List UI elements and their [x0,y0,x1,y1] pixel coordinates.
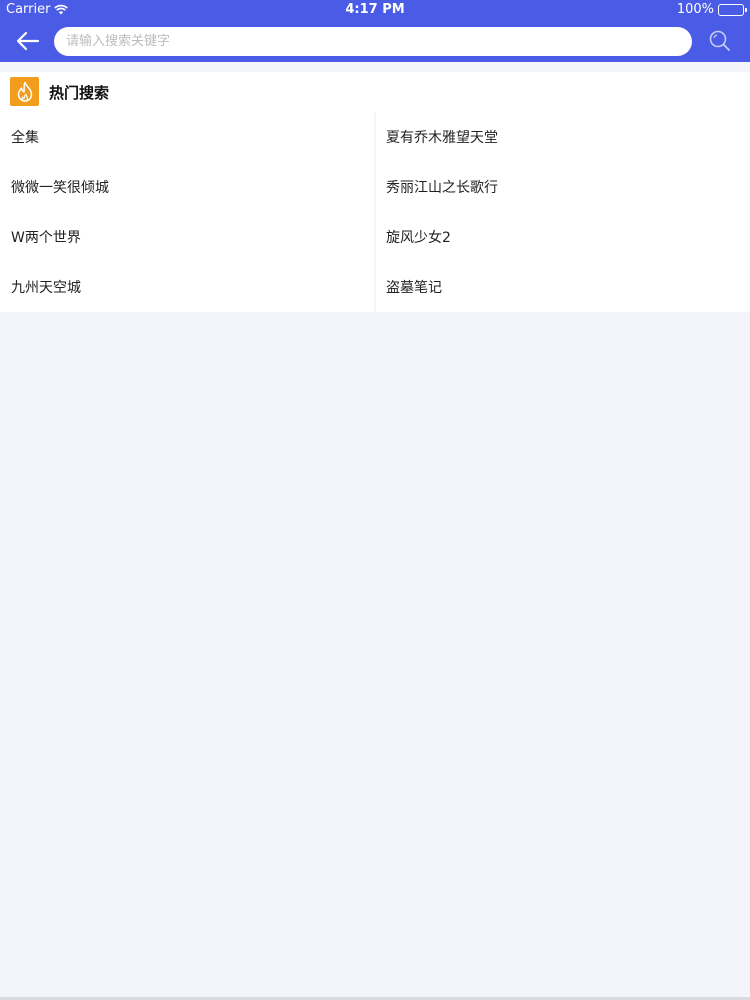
hot-search-header: 热门搜索 [0,72,750,112]
hot-search-item[interactable]: 秀丽江山之长歌行 [377,162,750,211]
hot-search-title: 热门搜索 [49,84,110,102]
hot-search-item[interactable]: 夏有乔木雅望天堂 [377,112,750,161]
fire-icon [17,81,32,102]
hot-search-item[interactable]: 微微一笑很倾城 [0,162,373,211]
status-bar: Carrier 4:17 PM 100% [0,0,750,20]
hot-search-item[interactable]: 九州天空城 [0,262,373,311]
back-arrow-icon [16,31,40,51]
status-time: 4:17 PM [345,2,405,17]
hot-search-item[interactable]: 全集 [0,112,373,161]
search-input[interactable] [54,27,692,56]
hot-search-item[interactable]: 盗墓笔记 [377,262,750,311]
top-bar: Carrier 4:17 PM 100% [0,0,750,62]
column-divider [374,112,376,312]
search-button[interactable] [708,29,732,53]
search-icon [709,30,730,51]
battery-label: 100% [676,2,714,17]
navigation-bar [0,20,750,62]
battery-group: 100% [676,2,747,17]
hot-search-panel: 热门搜索 全集 夏有乔木雅望天堂 微微一笑很倾城 秀丽江山之长歌行 W两个世界 … [0,72,750,312]
battery-icon [718,3,747,16]
back-button[interactable] [14,28,42,54]
fire-badge [10,77,39,106]
search-bar[interactable] [54,27,692,56]
hot-search-item[interactable]: W两个世界 [0,212,373,261]
hot-search-item[interactable]: 旋风少女2 [377,212,750,261]
